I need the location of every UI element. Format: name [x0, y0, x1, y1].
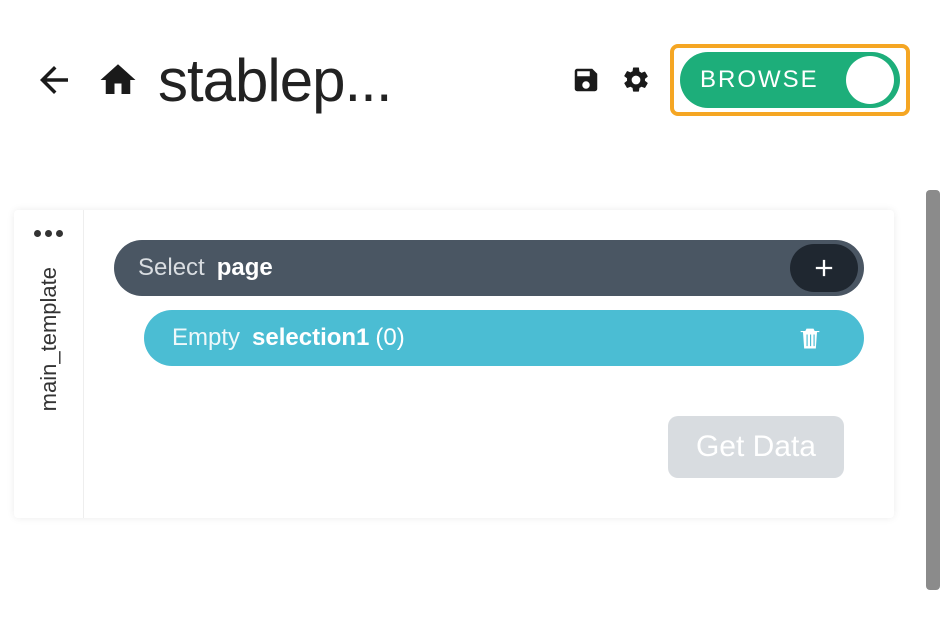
trash-icon: [796, 324, 824, 352]
page-title: stablep...: [158, 46, 392, 115]
toggle-label: BROWSE: [700, 66, 846, 94]
dot-icon: [34, 230, 41, 237]
selection-row[interactable]: Empty selection1 (0): [144, 310, 864, 366]
delete-selection-button[interactable]: [792, 320, 828, 356]
save-button[interactable]: [570, 64, 602, 96]
selection-name: selection1: [252, 324, 369, 352]
select-command-row[interactable]: Select page: [114, 240, 864, 296]
arrow-left-icon: [33, 59, 75, 101]
side-tab: main_template: [14, 210, 84, 518]
browse-toggle-highlight: BROWSE: [670, 44, 910, 116]
toggle-knob: [846, 56, 894, 104]
select-target: page: [217, 254, 273, 282]
selection-prefix: Empty: [172, 324, 240, 352]
home-button[interactable]: [94, 56, 142, 104]
gear-icon: [621, 65, 651, 95]
back-button[interactable]: [30, 56, 78, 104]
scrollbar[interactable]: [926, 190, 940, 590]
template-tab-label[interactable]: main_template: [36, 267, 62, 411]
app-header: stablep... BROWSE: [0, 0, 940, 160]
home-icon: [97, 59, 139, 101]
more-menu[interactable]: [34, 230, 63, 237]
panel-body: Select page Empty selection1 (0) Get Dat…: [84, 210, 894, 518]
add-button[interactable]: [790, 244, 858, 292]
save-icon: [571, 65, 601, 95]
header-left-group: stablep...: [30, 46, 554, 115]
select-prefix: Select: [138, 254, 205, 282]
template-panel: main_template Select page Empty selectio…: [14, 210, 894, 518]
settings-button[interactable]: [620, 64, 652, 96]
header-right-group: BROWSE: [570, 44, 910, 116]
plus-icon: [810, 254, 838, 282]
get-data-button[interactable]: Get Data: [668, 416, 844, 478]
browse-toggle[interactable]: BROWSE: [680, 52, 900, 108]
dot-icon: [45, 230, 52, 237]
dot-icon: [56, 230, 63, 237]
main-area: main_template Select page Empty selectio…: [0, 160, 940, 623]
selection-count: (0): [375, 324, 404, 352]
